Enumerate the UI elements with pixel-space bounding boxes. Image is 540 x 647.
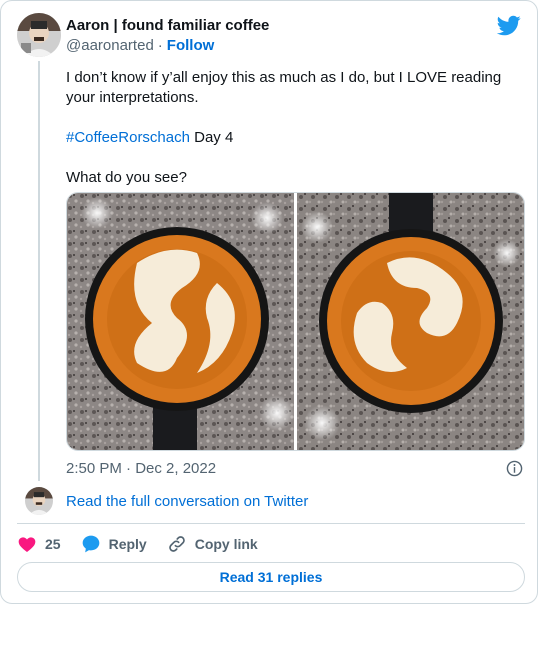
author-handle[interactable]: @aaronarted — [66, 37, 154, 54]
reply-bubble-icon — [82, 535, 99, 553]
like-button[interactable]: 25 — [17, 534, 61, 554]
tweet-text: I don’t know if y’all enjoy this as much… — [66, 68, 516, 208]
heart-icon — [18, 537, 36, 552]
twitter-bird-icon[interactable] — [497, 13, 521, 37]
author-handle-row: @aaronarted · Follow — [66, 37, 214, 54]
tweet-timestamp[interactable]: 2:50 PM · Dec 2, 2022 — [66, 460, 216, 477]
tweet-line-2: #CoffeeRorschach Day 4 — [66, 128, 516, 148]
coffee-image-left[interactable] — [67, 193, 294, 450]
tweet-card: Aaron | found familiar coffee @aaronarte… — [0, 0, 538, 604]
copy-link-label: Copy link — [194, 536, 258, 552]
link-icon — [168, 536, 185, 552]
divider — [17, 523, 525, 524]
tweet-line-3: What do you see? — [66, 169, 187, 186]
hashtag-suffix: Day 4 — [189, 129, 234, 146]
author-avatar[interactable] — [17, 13, 61, 57]
read-replies-button[interactable]: Read 31 replies — [17, 562, 525, 592]
follow-button[interactable]: Follow — [167, 37, 215, 54]
tweet-media[interactable] — [66, 192, 525, 451]
info-icon[interactable] — [506, 460, 523, 477]
coffee-image-right[interactable] — [296, 193, 524, 450]
reply-label: Reply — [108, 536, 147, 552]
conversation-avatar[interactable] — [25, 487, 53, 515]
read-full-conversation-link[interactable]: Read the full conversation on Twitter — [66, 493, 308, 510]
thread-line — [38, 61, 40, 481]
action-bar: 25 Reply Copy link — [17, 533, 278, 555]
tweet-line-1: I don’t know if y’all enjoy this as much… — [66, 69, 502, 106]
reply-button[interactable]: Reply — [81, 534, 147, 554]
hashtag-link[interactable]: #CoffeeRorschach — [66, 129, 190, 146]
copy-link-button[interactable]: Copy link — [167, 534, 258, 554]
separator-dot: · — [157, 37, 163, 54]
like-count: 25 — [45, 536, 61, 552]
author-name[interactable]: Aaron | found familiar coffee — [66, 17, 269, 34]
